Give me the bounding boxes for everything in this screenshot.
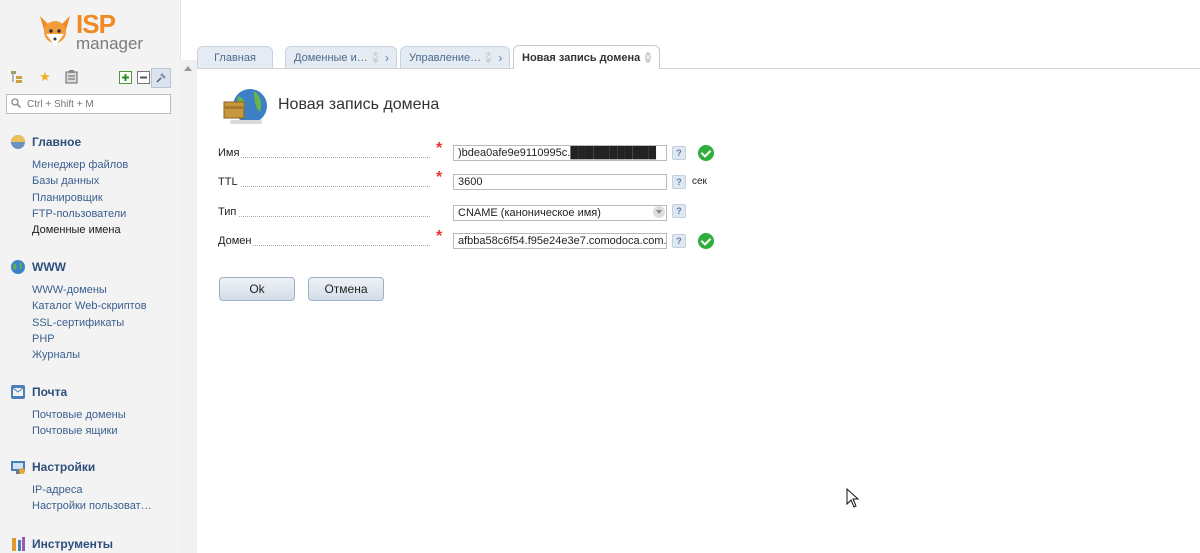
globe-icon	[11, 260, 25, 274]
tree-view-icon[interactable]	[8, 68, 26, 86]
sidebar-toolbar: ★	[8, 68, 173, 88]
tab-new-domain-record[interactable]: Новая запись домена ×	[513, 45, 660, 69]
tab-home[interactable]: Главная	[197, 46, 273, 68]
close-tab-icon[interactable]: ×	[372, 52, 379, 63]
nav-group-title[interactable]: Инструменты	[10, 535, 113, 553]
sidebar: ISP manager ★ Главное Менеджер файлов	[0, 0, 181, 553]
chevron-down-icon[interactable]	[653, 206, 665, 218]
sidebar-item-file-manager[interactable]: Менеджер файлов	[32, 157, 128, 173]
scroll-up-arrow-icon[interactable]	[184, 66, 192, 71]
help-icon[interactable]: ?	[672, 204, 686, 218]
sidebar-item-ssl-certificates[interactable]: SSL-сертификаты	[32, 315, 147, 331]
required-asterisk-icon: *	[436, 169, 443, 186]
sidebar-item-domain-names[interactable]: Доменные имена	[32, 222, 128, 238]
sidebar-item-databases[interactable]: Базы данных	[32, 173, 128, 189]
name-label: Имя	[218, 147, 242, 159]
cancel-button[interactable]: Отмена	[308, 277, 384, 301]
tab-bar: Главная Доменные и… × › Управление… × › …	[197, 44, 1200, 69]
mail-icon	[11, 385, 25, 399]
sidebar-item-logs[interactable]: Журналы	[32, 347, 147, 363]
sidebar-item-web-scripts[interactable]: Каталог Web-скриптов	[32, 298, 147, 314]
search-box	[6, 94, 171, 114]
nav-group-items: IP-адреса Настройки пользоват…	[32, 482, 152, 515]
form-row-domain: Домен * afbba58c6f54.f95e24e3e7.comodoca…	[218, 228, 738, 251]
ttl-label: TTL	[218, 176, 240, 188]
help-icon[interactable]: ?	[672, 146, 686, 160]
clipboard-icon[interactable]	[62, 68, 80, 86]
sidebar-item-scheduler[interactable]: Планировщик	[32, 190, 128, 206]
main-group-icon	[11, 135, 25, 149]
tab-management[interactable]: Управление… × ›	[400, 46, 510, 68]
nav-group-title[interactable]: Почта	[10, 383, 67, 401]
tab-label: Новая запись домена	[522, 51, 641, 64]
search-icon	[11, 98, 21, 108]
required-asterisk-icon: *	[436, 140, 443, 157]
sidebar-scrollbar[interactable]	[180, 60, 197, 553]
pin-icon[interactable]	[151, 68, 171, 88]
type-label: Тип	[218, 206, 239, 218]
fox-logo-icon	[40, 16, 70, 46]
settings-monitor-icon	[11, 461, 25, 474]
sidebar-item-ftp-users[interactable]: FTP-пользователи	[32, 206, 128, 222]
sidebar-item-php[interactable]: PHP	[32, 331, 147, 347]
tab-label: Доменные и…	[294, 51, 368, 64]
chevron-right-icon: ›	[498, 50, 503, 65]
leader-dots	[218, 157, 430, 158]
close-tab-icon[interactable]: ×	[645, 52, 651, 63]
expand-all-icon[interactable]	[116, 68, 134, 86]
ok-button[interactable]: Ok	[219, 277, 295, 301]
nav-group-title[interactable]: WWW	[10, 258, 66, 276]
nav-group-items: WWW-домены Каталог Web-скриптов SSL-серт…	[32, 282, 147, 363]
domain-field[interactable]: afbba58c6f54.f95e24e3e7.comodoca.com.	[453, 233, 667, 249]
collapse-all-icon[interactable]	[134, 68, 152, 86]
sidebar-item-www-domains[interactable]: WWW-домены	[32, 282, 147, 298]
leader-dots	[218, 186, 430, 187]
chevron-right-icon: ›	[385, 50, 390, 65]
nav-group-items: Почтовые домены Почтовые ящики	[32, 407, 126, 440]
tab-domain-names[interactable]: Доменные и… × ›	[285, 46, 397, 68]
domain-label: Домен	[218, 235, 254, 247]
ttl-field[interactable]: 3600	[453, 174, 667, 190]
ttl-unit: сек	[692, 176, 707, 187]
name-field[interactable]: )bdea0afe9e9110995c.███████████	[453, 145, 667, 161]
mouse-cursor-icon	[846, 488, 860, 508]
form-row-name: Имя * )bdea0afe9e9110995c.███████████ ?	[218, 140, 738, 163]
logo-product: manager	[76, 34, 144, 53]
tab-label: Главная	[214, 51, 256, 64]
sidebar-item-mail-domains[interactable]: Почтовые домены	[32, 407, 126, 423]
close-tab-icon[interactable]: ×	[486, 52, 492, 63]
nav-group-items: Менеджер файлов Базы данных Планировщик …	[32, 157, 128, 238]
tools-icon	[12, 537, 25, 551]
valid-check-icon	[698, 233, 714, 249]
search-input[interactable]	[27, 96, 167, 112]
form-row-ttl: TTL * 3600 ? сек	[218, 169, 738, 192]
help-icon[interactable]: ?	[672, 234, 686, 248]
star-favorites-icon[interactable]: ★	[36, 68, 54, 86]
nav-group-title[interactable]: Главное	[10, 133, 81, 151]
type-select-value: CNAME (каноническое имя)	[458, 207, 601, 219]
form-row-type: Тип CNAME (каноническое имя) ?	[218, 202, 738, 222]
sidebar-item-user-settings[interactable]: Настройки пользоват…	[32, 498, 152, 514]
tab-label: Управление…	[409, 51, 482, 64]
sidebar-item-mailboxes[interactable]: Почтовые ящики	[32, 423, 126, 439]
globe-package-icon	[223, 89, 267, 124]
leader-dots	[218, 216, 430, 217]
type-select[interactable]: CNAME (каноническое имя)	[453, 205, 667, 221]
sidebar-item-ip-addresses[interactable]: IP-адреса	[32, 482, 152, 498]
required-asterisk-icon: *	[436, 228, 443, 245]
valid-check-icon	[698, 145, 714, 161]
nav-group-title[interactable]: Настройки	[10, 458, 95, 476]
page-title: Новая запись домена	[278, 96, 440, 113]
logo[interactable]: ISP manager	[36, 10, 156, 56]
help-icon[interactable]: ?	[672, 175, 686, 189]
